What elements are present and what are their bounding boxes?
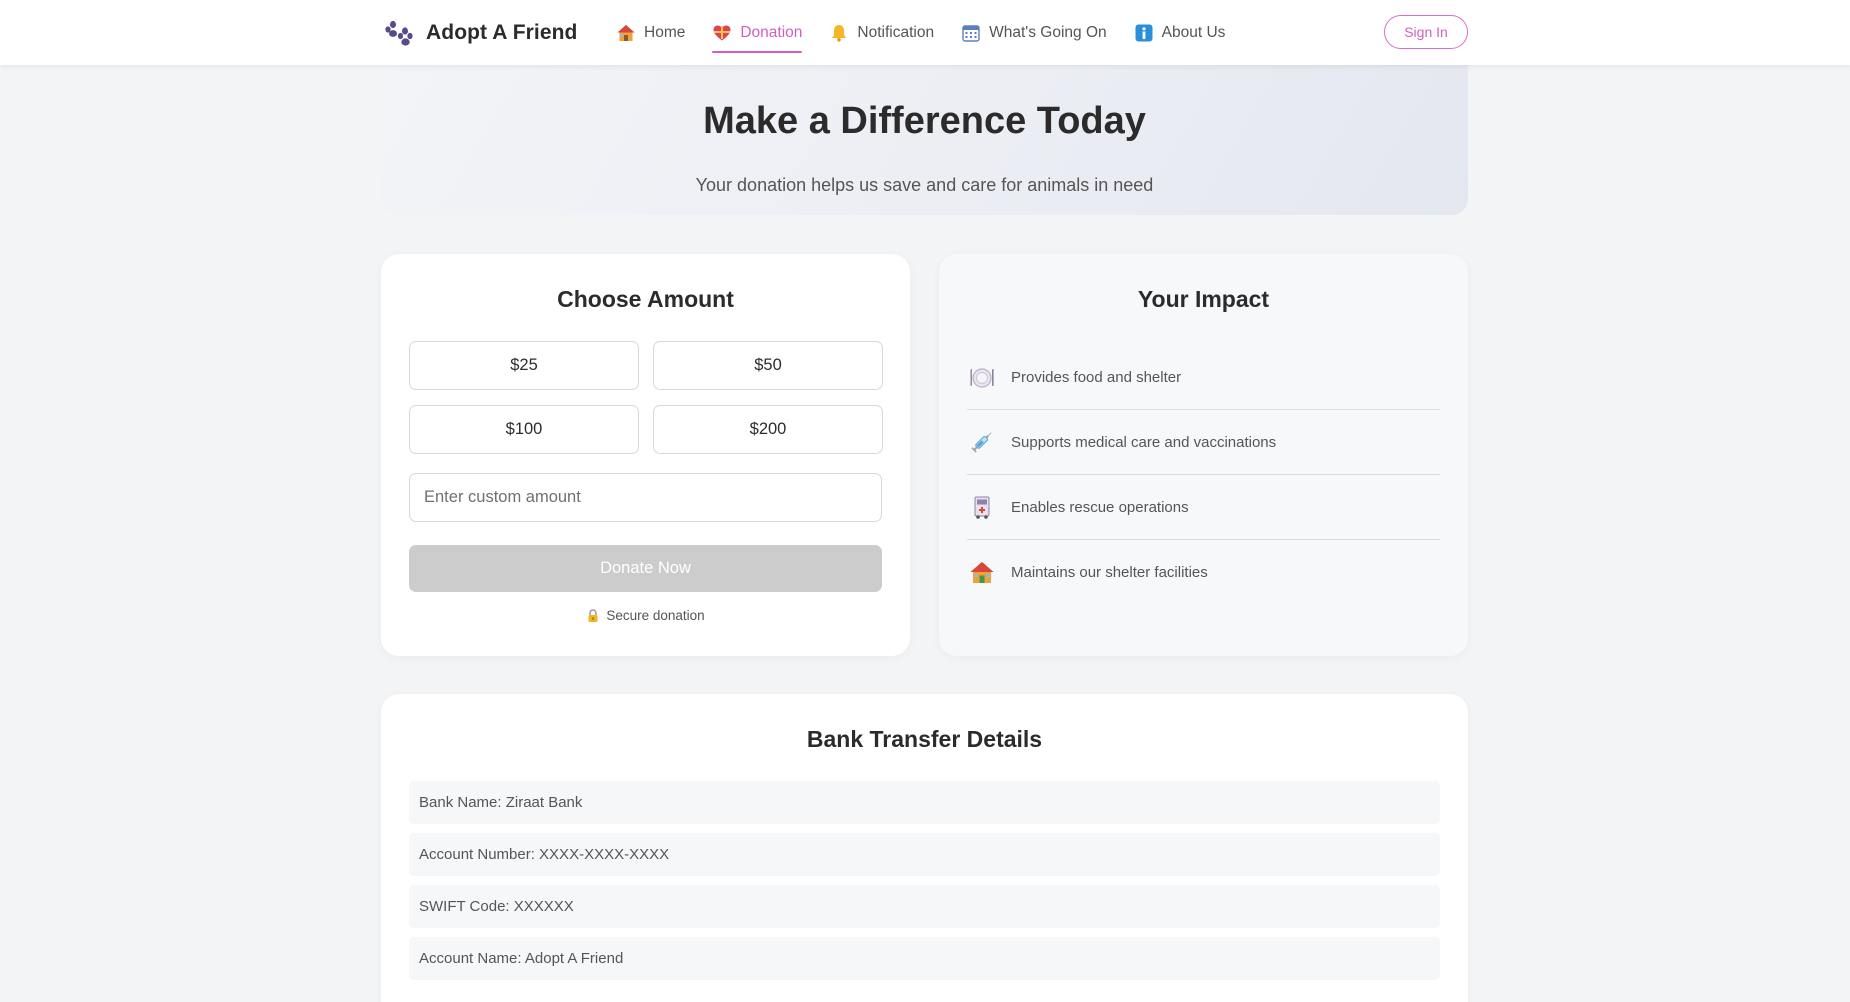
- heart-gift-icon: [712, 23, 732, 43]
- secure-donation-note: Secure donation: [381, 608, 910, 623]
- amount-option-50[interactable]: $50: [653, 341, 883, 390]
- info-icon: [1134, 23, 1154, 43]
- hero-title: Make a Difference Today: [703, 100, 1146, 142]
- plate-icon: [969, 364, 995, 390]
- impact-item-text: Enables rescue operations: [1011, 498, 1189, 516]
- brand-name: Adopt A Friend: [426, 21, 578, 44]
- bank-name-row: Bank Name: Ziraat Bank: [409, 781, 1440, 824]
- bell-icon: [829, 23, 849, 43]
- amount-option-100[interactable]: $100: [409, 405, 639, 454]
- impact-item-food: Provides food and shelter: [967, 345, 1440, 410]
- top-navbar: Adopt A Friend Home Donation Notificatio…: [0, 0, 1850, 65]
- bank-transfer-card: Bank Transfer Details Bank Name: Ziraat …: [381, 694, 1468, 1002]
- lock-icon: [586, 608, 600, 623]
- nav-whats-going-on-label: What's Going On: [989, 23, 1107, 41]
- house-icon: [969, 560, 995, 586]
- choose-amount-title: Choose Amount: [557, 286, 734, 312]
- nav-notification-label: Notification: [857, 23, 935, 41]
- nav-home[interactable]: Home: [616, 0, 685, 65]
- swift-code-row: SWIFT Code: XXXXXX: [409, 885, 1440, 928]
- bank-details-list: Bank Name: Ziraat Bank Account Number: X…: [409, 781, 1440, 989]
- your-impact-card: Your Impact Provides food and shelter Su…: [939, 254, 1468, 656]
- impact-list: Provides food and shelter Supports medic…: [967, 345, 1440, 605]
- nav-notification[interactable]: Notification: [829, 0, 934, 65]
- nav-whats-going-on[interactable]: What's Going On: [961, 0, 1107, 65]
- impact-item-text: Maintains our shelter facilities: [1011, 564, 1208, 581]
- choose-amount-card: Choose Amount $25 $50 $100 $200 Donate N…: [381, 254, 910, 656]
- paw-icon: [384, 18, 414, 48]
- impact-item-facilities: Maintains our shelter facilities: [967, 540, 1440, 605]
- sign-in-button[interactable]: Sign In: [1384, 15, 1468, 49]
- impact-item-text: Provides food and shelter: [1011, 368, 1182, 386]
- account-number-row: Account Number: XXXX-XXXX-XXXX: [409, 833, 1440, 876]
- account-name-row: Account Name: Adopt A Friend: [409, 937, 1440, 980]
- brand[interactable]: Adopt A Friend: [384, 18, 578, 48]
- main-nav: Home Donation Notification What's Going …: [616, 0, 1252, 65]
- bank-transfer-title: Bank Transfer Details: [806, 726, 1043, 752]
- hero-subtitle: Your donation helps us save and care for…: [695, 175, 1154, 195]
- nav-donation-label: Donation: [740, 23, 803, 41]
- your-impact-title: Your Impact: [1137, 286, 1270, 312]
- impact-item-text: Supports medical care and vaccinations: [1011, 433, 1277, 451]
- house-icon: [616, 23, 636, 43]
- nav-donation[interactable]: Donation: [712, 0, 803, 65]
- nav-home-label: Home: [644, 23, 686, 41]
- nav-about-us[interactable]: About Us: [1134, 0, 1226, 65]
- syringe-icon: [969, 429, 995, 455]
- ambulance-icon: [969, 494, 995, 520]
- custom-amount-input[interactable]: [409, 473, 882, 522]
- secure-donation-label: Secure donation: [606, 608, 705, 623]
- nav-about-us-label: About Us: [1161, 23, 1226, 41]
- amount-option-25[interactable]: $25: [409, 341, 639, 390]
- donate-now-button[interactable]: Donate Now: [409, 545, 882, 592]
- impact-item-medical: Supports medical care and vaccinations: [967, 410, 1440, 475]
- amount-option-200[interactable]: $200: [653, 405, 883, 454]
- hero-banner: Make a Difference Today Your donation he…: [381, 40, 1468, 215]
- calendar-icon: [961, 23, 981, 43]
- impact-item-rescue: Enables rescue operations: [967, 475, 1440, 540]
